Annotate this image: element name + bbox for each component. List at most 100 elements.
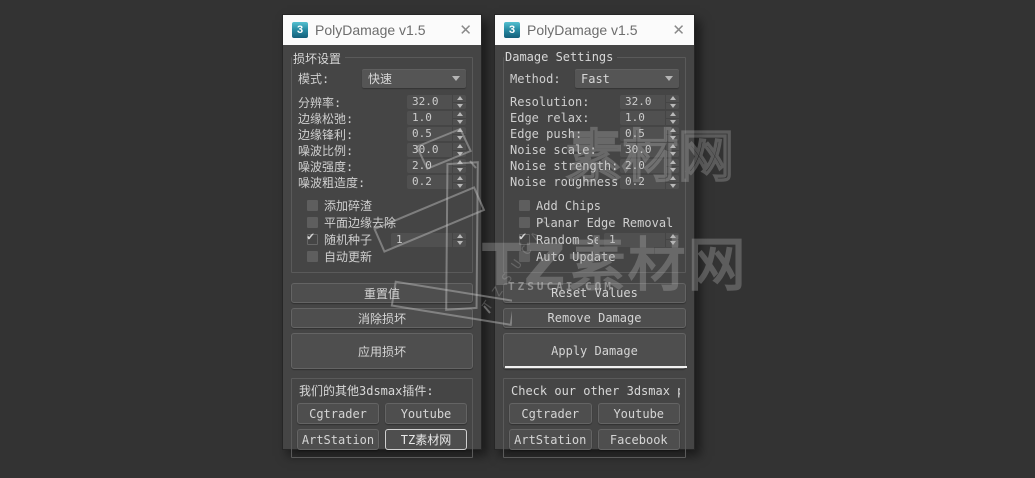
link-cgtrader-button[interactable]: Cgtrader — [509, 403, 592, 424]
random-seed-value[interactable]: 1 — [391, 232, 452, 247]
spinner-down-icon[interactable] — [456, 135, 463, 140]
spinner-arrows[interactable] — [666, 95, 679, 109]
checkbox-auto-update[interactable] — [519, 251, 530, 262]
spinner-down-icon[interactable] — [456, 103, 463, 108]
noise-strength-value[interactable]: 2.0 — [620, 159, 665, 173]
spinner-arrows[interactable] — [453, 127, 466, 141]
remove-damage-button[interactable]: Remove Damage — [503, 308, 686, 328]
spinner-down-icon[interactable] — [456, 167, 463, 172]
checkbox-auto-update[interactable] — [307, 251, 318, 262]
noise-scale-spinner[interactable]: 30.0 — [620, 143, 679, 157]
spinner-up-icon[interactable] — [669, 144, 676, 149]
spinner-arrows[interactable] — [453, 95, 466, 109]
spinner-up-icon[interactable] — [669, 128, 676, 133]
reset-values-button[interactable]: Reset Values — [503, 283, 686, 303]
spinner-up-icon[interactable] — [669, 176, 676, 181]
link-facebook-button[interactable]: Facebook — [597, 429, 680, 450]
resolution-value[interactable]: 32.0 — [620, 95, 665, 109]
spinner-down-icon[interactable] — [456, 151, 463, 156]
apply-damage-button[interactable]: 应用损坏 — [291, 333, 473, 369]
edge-relax-spinner[interactable]: 1.0 — [620, 111, 679, 125]
spinner-arrows[interactable] — [453, 111, 466, 125]
edge-push-spinner[interactable]: 0.5 — [407, 127, 466, 141]
noise-roughness-spinner[interactable]: 0.2 — [620, 175, 679, 189]
noise-strength-value[interactable]: 2.0 — [407, 159, 452, 173]
link-youtube-button[interactable]: Youtube — [385, 403, 467, 424]
random-seed-spinner[interactable]: 1 — [391, 232, 466, 247]
edge-push-spinner[interactable]: 0.5 — [620, 127, 679, 141]
noise-roughness-spinner[interactable]: 0.2 — [407, 175, 466, 189]
spinner-down-icon[interactable] — [456, 183, 463, 188]
spinner-down-icon[interactable] — [669, 135, 676, 140]
spinner-up-icon[interactable] — [456, 128, 463, 133]
resolution-label: Resolution: — [510, 95, 590, 109]
edge-relax-value[interactable]: 1.0 — [620, 111, 665, 125]
spinner-up-icon[interactable] — [456, 233, 463, 238]
edge-relax-spinner[interactable]: 1.0 — [407, 111, 466, 125]
spinner-up-icon[interactable] — [669, 96, 676, 101]
close-icon[interactable]: ✕ — [459, 21, 472, 39]
spinner-arrows[interactable] — [453, 232, 466, 247]
link-artstation-button[interactable]: ArtStation — [509, 429, 592, 450]
remove-damage-button[interactable]: 消除损坏 — [291, 308, 473, 328]
spinner-down-icon[interactable] — [669, 183, 676, 188]
spinner-down-icon[interactable] — [456, 119, 463, 124]
noise-scale-spinner[interactable]: 30.0 — [407, 143, 466, 157]
edge-push-value[interactable]: 0.5 — [620, 127, 665, 141]
spinner-up-icon[interactable] — [456, 96, 463, 101]
random-seed-value[interactable]: 1 — [604, 232, 665, 247]
spinner-arrows[interactable] — [666, 111, 679, 125]
resolution-value[interactable]: 32.0 — [407, 95, 452, 109]
random-seed-spinner[interactable]: 1 — [604, 232, 679, 247]
edge-relax-value[interactable]: 1.0 — [407, 111, 452, 125]
spinner-up-icon[interactable] — [456, 144, 463, 149]
spinner-arrows[interactable] — [666, 159, 679, 173]
window-titlebar[interactable]: 3 PolyDamage v1.5 ✕ — [283, 15, 481, 45]
noise-roughness-value[interactable]: 0.2 — [620, 175, 665, 189]
spinner-up-icon[interactable] — [669, 233, 676, 238]
spinner-down-icon[interactable] — [669, 119, 676, 124]
edge-push-value[interactable]: 0.5 — [407, 127, 452, 141]
spinner-up-icon[interactable] — [456, 176, 463, 181]
spinner-arrows[interactable] — [453, 175, 466, 189]
spinner-down-icon[interactable] — [669, 167, 676, 172]
spinner-arrows[interactable] — [666, 127, 679, 141]
spinner-arrows[interactable] — [666, 143, 679, 157]
window-titlebar[interactable]: 3 PolyDamage v1.5 ✕ — [495, 15, 694, 45]
link-artstation-button[interactable]: ArtStation — [297, 429, 379, 450]
resolution-spinner[interactable]: 32.0 — [620, 95, 679, 109]
checkbox-random-seed[interactable]: ✔ — [519, 229, 530, 245]
spinner-down-icon[interactable] — [669, 151, 676, 156]
link-cgtrader-button[interactable]: Cgtrader — [297, 403, 379, 424]
spinner-down-icon[interactable] — [669, 103, 676, 108]
apply-damage-button[interactable]: Apply Damage — [503, 333, 686, 369]
close-icon[interactable]: ✕ — [672, 21, 685, 39]
noise-roughness-value[interactable]: 0.2 — [407, 175, 452, 189]
noise-strength-spinner[interactable]: 2.0 — [407, 159, 466, 173]
spinner-up-icon[interactable] — [456, 160, 463, 165]
spinner-down-icon[interactable] — [456, 241, 463, 246]
method-dropdown[interactable]: Fast — [575, 69, 679, 88]
checkbox-add-chips[interactable] — [307, 200, 318, 211]
noise-scale-value[interactable]: 30.0 — [407, 143, 452, 157]
checkbox-random-seed[interactable]: ✔ — [307, 229, 318, 245]
spinner-arrows[interactable] — [453, 143, 466, 157]
spinner-arrows[interactable] — [666, 175, 679, 189]
spinner-up-icon[interactable] — [669, 112, 676, 117]
spinner-down-icon[interactable] — [669, 241, 676, 246]
checkbox-add-chips[interactable] — [519, 200, 530, 211]
link-tzsucai-button[interactable]: TZ素材网 — [385, 429, 467, 450]
spinner-up-icon[interactable] — [669, 160, 676, 165]
noise-scale-value[interactable]: 30.0 — [620, 143, 665, 157]
spinner-up-icon[interactable] — [456, 112, 463, 117]
checkbox-planar-edge-removal[interactable] — [307, 217, 318, 228]
checkbox-planar-edge-removal[interactable] — [519, 217, 530, 228]
link-youtube-button[interactable]: Youtube — [597, 403, 680, 424]
spinner-arrows[interactable] — [453, 159, 466, 173]
method-dropdown[interactable]: 快速 — [362, 69, 466, 88]
noise-strength-spinner[interactable]: 2.0 — [620, 159, 679, 173]
add-chips-row: 添加碎渣 — [298, 197, 466, 214]
resolution-spinner[interactable]: 32.0 — [407, 95, 466, 109]
spinner-arrows[interactable] — [666, 232, 679, 247]
reset-values-button[interactable]: 重置值 — [291, 283, 473, 303]
